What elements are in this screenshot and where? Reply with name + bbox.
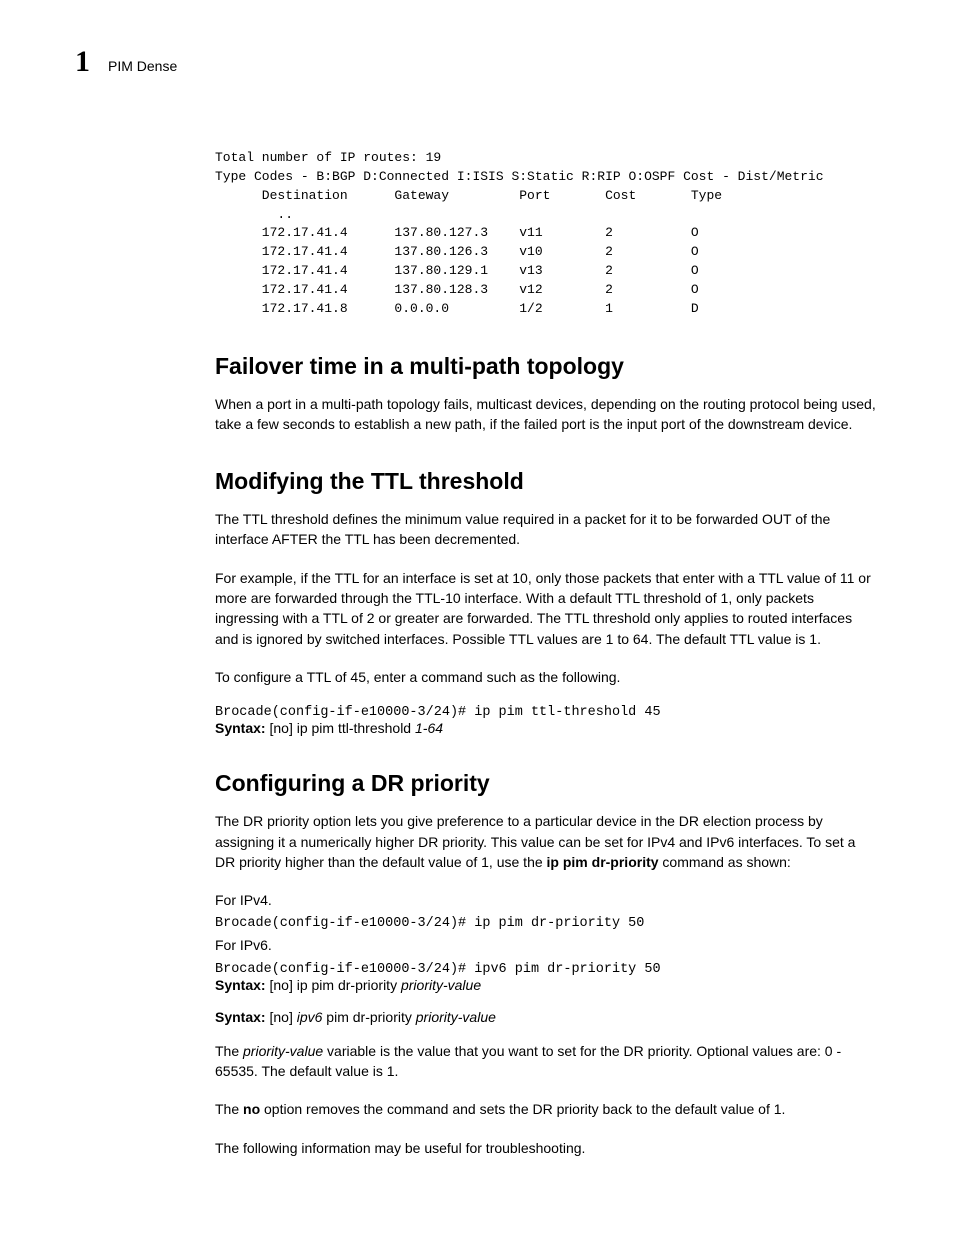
body-text: For example, if the TTL for an interface…: [215, 568, 879, 649]
route-row: 172.17.41.4 137.80.126.3 v10 2 O: [215, 244, 699, 259]
syntax-arg: priority-value: [401, 977, 481, 993]
syntax-line: Syntax: [no] ip pim ttl-threshold 1-64: [215, 720, 879, 736]
route-row: 172.17.41.4 137.80.129.1 v13 2 O: [215, 263, 699, 278]
syntax-arg: priority-value: [416, 1009, 496, 1025]
inline-cmd: no: [243, 1101, 260, 1117]
section-heading: Modifying the TTL threshold: [215, 468, 879, 495]
route-type-codes: Type Codes - B:BGP D:Connected I:ISIS S:…: [215, 169, 824, 184]
cli-command: Brocade(config-if-e10000-3/24)# ip pim d…: [215, 916, 879, 931]
cli-command: Brocade(config-if-e10000-3/24)# ip pim t…: [215, 705, 879, 720]
chapter-number: 1: [75, 45, 90, 79]
chapter-title: PIM Dense: [108, 58, 177, 74]
body-text: The following information may be useful …: [215, 1138, 879, 1158]
syntax-label: Syntax:: [215, 720, 266, 736]
body-text: The no option removes the command and se…: [215, 1099, 879, 1119]
body-text: The DR priority option lets you give pre…: [215, 811, 879, 872]
route-summary: Total number of IP routes: 19: [215, 150, 441, 165]
main-content: Total number of IP routes: 19 Type Codes…: [215, 149, 879, 1158]
syntax-line: Syntax: [no] ipv6 pim dr-priority priori…: [215, 1009, 879, 1025]
syntax-no: no: [273, 720, 289, 736]
body-text: When a port in a multi-path topology fai…: [215, 394, 879, 435]
section-failover: Failover time in a multi-path topology W…: [215, 353, 879, 435]
syntax-ipv6: ipv6: [297, 1009, 323, 1025]
syntax-line: Syntax: [no] ip pim dr-priority priority…: [215, 977, 879, 993]
body-text: The TTL threshold defines the minimum va…: [215, 509, 879, 550]
syntax-cmd: pim dr-priority: [326, 1009, 412, 1025]
body-text: For IPv4.: [215, 890, 879, 910]
page: 1 PIM Dense Total number of IP routes: 1…: [0, 0, 954, 1252]
section-dr-priority: Configuring a DR priority The DR priorit…: [215, 770, 879, 1158]
syntax-label: Syntax:: [215, 977, 266, 993]
page-header: 1 PIM Dense: [75, 45, 879, 79]
body-text: To configure a TTL of 45, enter a comman…: [215, 667, 879, 687]
syntax-no: no: [273, 977, 289, 993]
section-ttl: Modifying the TTL threshold The TTL thre…: [215, 468, 879, 736]
route-row: 172.17.41.4 137.80.128.3 v12 2 O: [215, 282, 699, 297]
syntax-cmd: ip pim ttl-threshold: [297, 720, 411, 736]
body-text: For IPv6.: [215, 935, 879, 955]
section-heading: Configuring a DR priority: [215, 770, 879, 797]
syntax-cmd: ip pim dr-priority: [297, 977, 397, 993]
inline-cmd: ip pim dr-priority: [547, 854, 659, 870]
syntax-no: no: [273, 1009, 289, 1025]
syntax-label: Syntax:: [215, 1009, 266, 1025]
var-name: priority-value: [243, 1043, 323, 1059]
route-columns: Destination Gateway Port Cost Type: [215, 188, 722, 203]
route-table: Total number of IP routes: 19 Type Codes…: [215, 149, 879, 319]
route-dots: ..: [215, 207, 293, 222]
syntax-arg: 1-64: [415, 720, 443, 736]
body-text: The priority-value variable is the value…: [215, 1041, 879, 1082]
route-row: 172.17.41.8 0.0.0.0 1/2 1 D: [215, 301, 699, 316]
section-heading: Failover time in a multi-path topology: [215, 353, 879, 380]
cli-command: Brocade(config-if-e10000-3/24)# ipv6 pim…: [215, 962, 879, 977]
route-row: 172.17.41.4 137.80.127.3 v11 2 O: [215, 225, 699, 240]
